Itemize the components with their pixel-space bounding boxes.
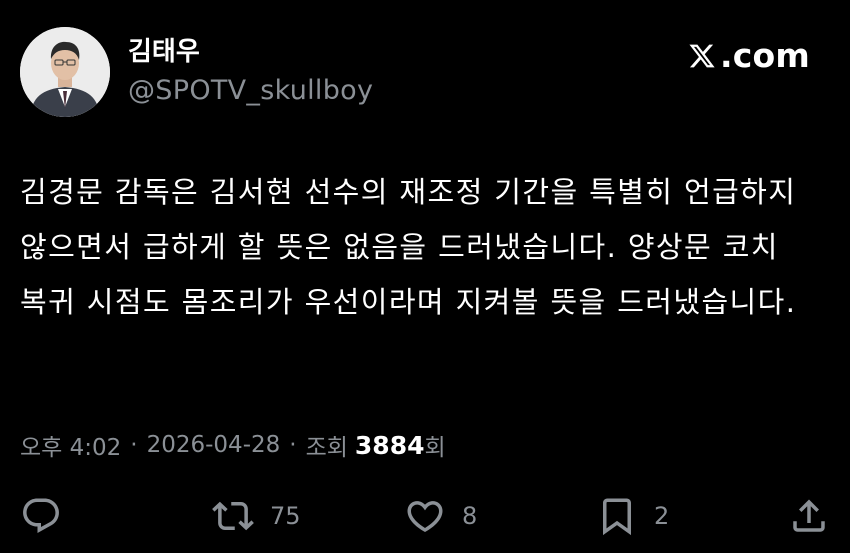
repost-count: 75: [270, 502, 301, 530]
like-count: 8: [462, 502, 478, 530]
heart-icon: [407, 501, 443, 533]
repost-button[interactable]: 75: [212, 495, 301, 537]
post-text: 김경문 감독은 김서현 선수의 재조정 기간을 특별히 언급하지 않으면서 급하…: [20, 175, 797, 319]
share-icon: [793, 499, 825, 532]
repost-icon: [212, 501, 254, 531]
post-date[interactable]: 2026-04-28: [147, 432, 281, 458]
bookmark-icon: [603, 498, 631, 536]
author-name[interactable]: 김태우: [128, 34, 200, 70]
brand-label: .com: [720, 36, 810, 75]
avatar-photo: [20, 27, 110, 117]
author-handle[interactable]: @SPOTV_skullboy: [128, 74, 373, 108]
views-suffix: 회: [424, 435, 446, 461]
views-label: 조회: [305, 435, 348, 461]
views-count: 3884: [354, 430, 425, 460]
bookmark-button[interactable]: 2: [596, 495, 669, 537]
like-button[interactable]: 8: [404, 495, 477, 537]
x-brand: .com: [688, 36, 810, 76]
post-time[interactable]: 오후 4:02: [20, 428, 121, 462]
post-meta: 오후 4:02 · 2026-04-28 · 조회 3884 회: [20, 423, 446, 467]
avatar[interactable]: [20, 27, 110, 117]
bookmark-count: 2: [654, 502, 670, 530]
meta-separator: ·: [289, 432, 297, 458]
share-button[interactable]: [788, 495, 830, 537]
reply-icon: [23, 498, 59, 533]
x-logo-icon: [689, 44, 715, 68]
meta-separator: ·: [130, 432, 138, 458]
reply-button[interactable]: [20, 495, 62, 537]
